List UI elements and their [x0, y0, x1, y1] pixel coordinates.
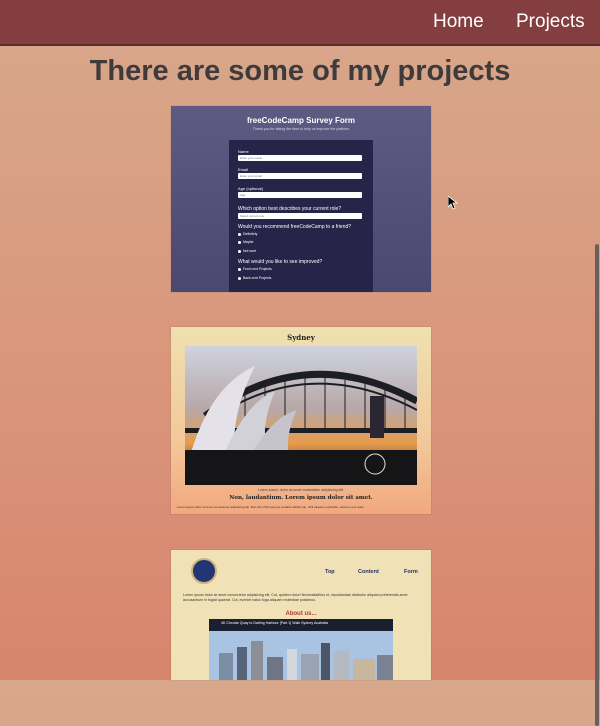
project-thumbnail-tour-site[interactable]: Top Content Form Lorem ipsum dolor sit a… [171, 550, 431, 680]
survey-label-email: Email [238, 167, 249, 172]
survey-improve-question: What would you like to see improved? [238, 259, 323, 265]
survey-role-select: Select current role [238, 213, 362, 219]
survey-title: freeCodeCamp Survey Form [246, 116, 356, 125]
sydney-body-text: Lorem ipsum dolor sit amet consectetur a… [177, 505, 364, 509]
tour-nav-top: Top [325, 569, 335, 575]
sydney-photo-caption: Lorem ipsum, dolor sit amet consectetur … [258, 488, 344, 492]
survey-recommend-option: Not sure [238, 249, 256, 253]
survey-improve-option: Front-end Projects [238, 267, 272, 271]
survey-improve-option: Back-end Projects [238, 276, 271, 280]
survey-recommend-option: Maybe [238, 240, 254, 244]
tour-intro-text: Lorem ipsum dolor sit amet consectetur a… [183, 593, 408, 602]
survey-input-email: Enter your email [238, 173, 362, 179]
sydney-harbour-photo [185, 346, 417, 485]
survey-recommend-question: Would you recommend freeCodeCamp to a fr… [238, 224, 352, 230]
survey-input-age: Age [238, 192, 362, 198]
survey-role-question: Which option best describes your current… [238, 206, 342, 212]
nav-home-link[interactable]: Home [433, 11, 484, 33]
tour-about-heading: About us... [285, 611, 317, 617]
survey-form-panel: Name Enter your name Email Enter your em… [229, 140, 373, 292]
video-embed: 4K Circular Quay to Darling Harbour [Par… [209, 619, 393, 680]
page-title: There are some of my projects [89, 55, 511, 87]
project-thumbnail-sydney[interactable]: Sydney Lorem ipsum, dolor sit amet conse… [171, 327, 431, 514]
tour-nav-content: Content [358, 569, 379, 575]
mouse-cursor-icon [448, 196, 458, 210]
survey-label-age: Age (optional) [238, 186, 263, 191]
sydney-heading: Non, laudantium. Lorem ipsum dolor sit a… [229, 495, 373, 501]
survey-label-name: Name [238, 149, 249, 154]
sydney-title: Sydney [287, 333, 315, 342]
page-scrollbar[interactable] [592, 48, 600, 726]
survey-recommend-option: Definitely [238, 232, 257, 236]
video-frame-image [209, 631, 393, 680]
tour-nav-form: Form [404, 569, 418, 575]
scrollbar-thumb[interactable] [595, 244, 599, 726]
survey-subtitle: Thank you for taking the time to help us… [252, 127, 350, 131]
survey-input-name: Enter your name [238, 155, 362, 161]
logo-icon [191, 558, 217, 584]
project-thumbnail-survey-form[interactable]: freeCodeCamp Survey Form Thank you for t… [171, 106, 431, 292]
top-navigation-bar: Home Projects [0, 0, 600, 46]
nav-projects-link[interactable]: Projects [516, 11, 585, 33]
